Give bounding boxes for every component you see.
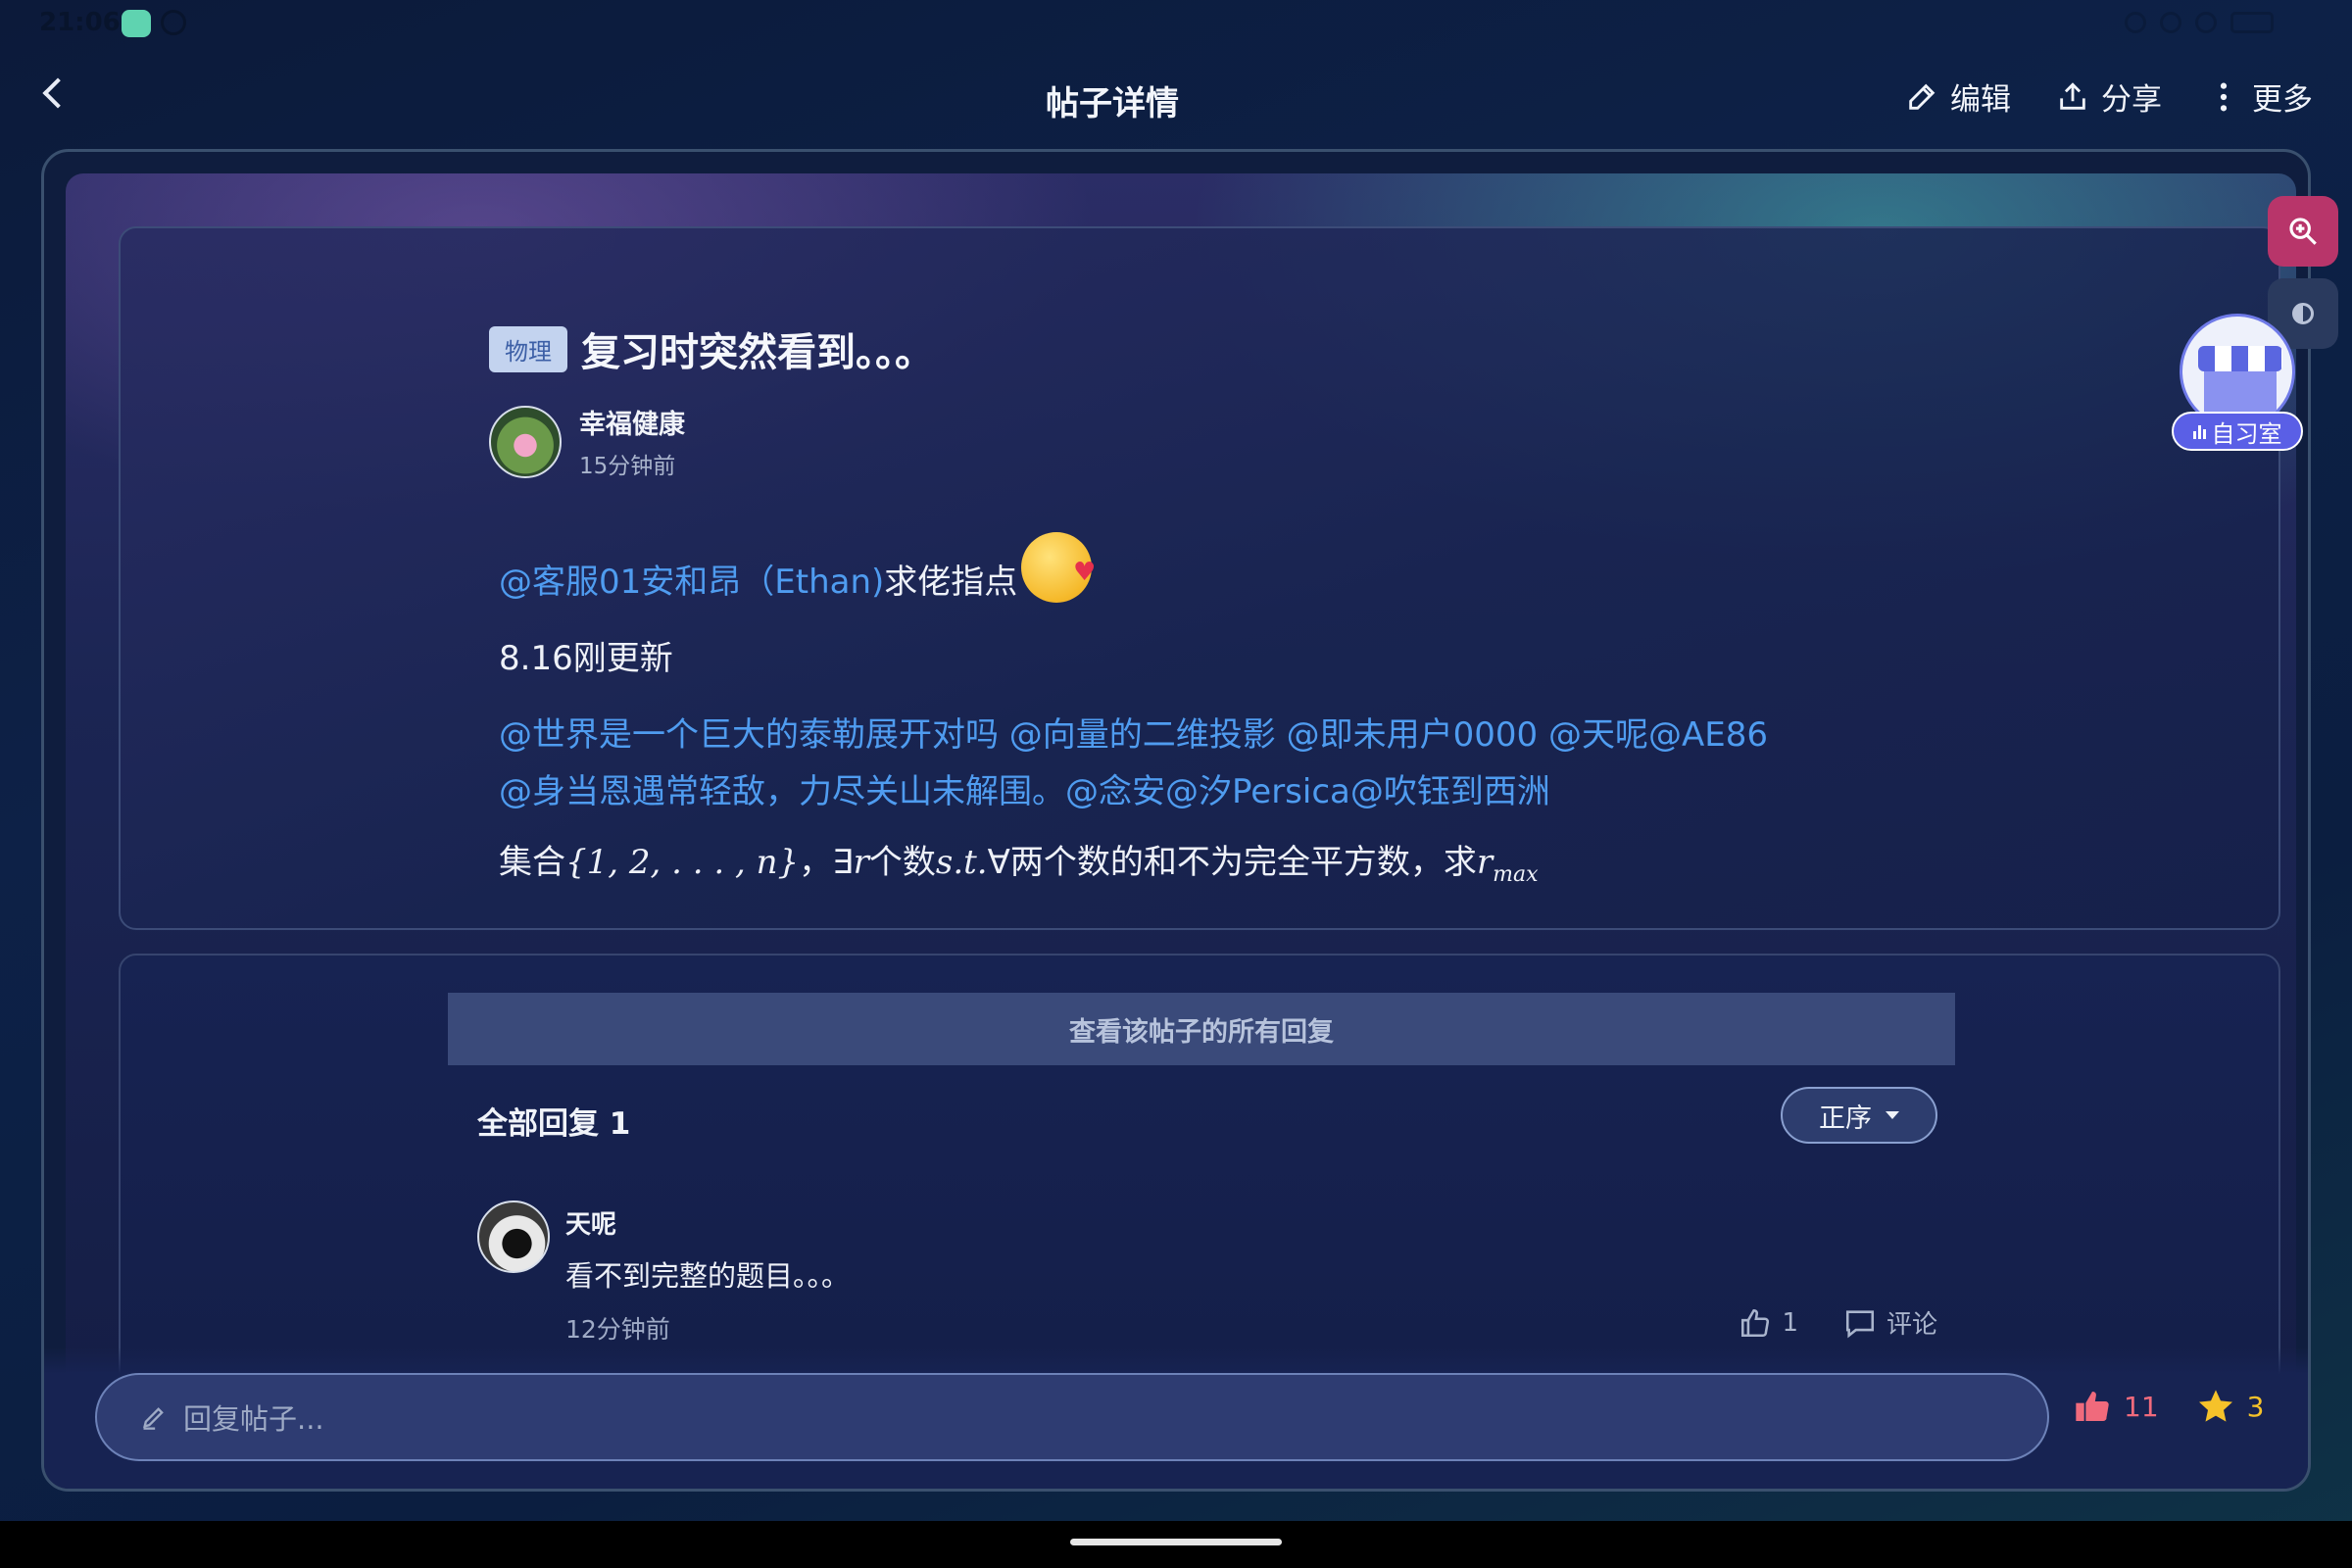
reply-comment-button[interactable]: 评论	[1843, 1304, 1937, 1341]
wifi-icon	[2195, 12, 2217, 33]
reply-text: 看不到完整的题目。。。	[565, 1259, 851, 1293]
top-actions: 编辑 分享 更多	[1905, 74, 2313, 119]
status-icons	[2125, 12, 2274, 33]
sort-button[interactable]: 正序	[1781, 1087, 1937, 1144]
store-awning	[2198, 346, 2282, 371]
edit-button[interactable]: 编辑	[1905, 74, 2011, 119]
edit-label: 编辑	[1950, 82, 2011, 118]
sort-label: 正序	[1819, 1102, 1872, 1134]
status-time: 21:06	[39, 8, 121, 37]
more-vertical-icon	[2220, 82, 2228, 111]
bar-chart-icon	[2192, 423, 2206, 439]
more-button[interactable]: 更多	[2207, 74, 2313, 119]
app-notification-icon	[122, 10, 151, 37]
content-background: 物理 复习时突然看到。。。 幸福健康 15分钟前 @客服01安和昂（Ethan)…	[66, 173, 2296, 1489]
navigation-bar	[0, 1521, 2352, 1568]
pencil-icon	[143, 1407, 164, 1430]
top-bar: 帖子详情 编辑 分享 更多	[0, 59, 2352, 137]
subject-tag[interactable]: 物理	[489, 325, 567, 372]
all-replies-header: 全部回复 1	[477, 1106, 631, 1142]
study-room-text: 自习室	[2211, 419, 2282, 448]
bottom-reply-bar: 回复帖子... 11 3	[44, 1348, 2308, 1489]
thumbs-up-icon	[1741, 1308, 1770, 1337]
math-rmax-sub: max	[1493, 862, 1539, 887]
math-st: s.t.	[935, 843, 988, 882]
reply-like-count: 1	[1782, 1307, 1798, 1338]
post-header: 物理 复习时突然看到。。。	[489, 320, 934, 377]
thumbs-up-filled-icon	[2076, 1392, 2109, 1421]
page-title: 帖子详情	[1046, 84, 1179, 123]
reply-author-name[interactable]: 天呢	[565, 1204, 616, 1241]
post-math-line: 集合{1, 2, . . . , n}，∃r个数s.t.∀两个数的和不为完全平方…	[499, 834, 2165, 904]
math-text: ，∃	[799, 843, 854, 882]
reply-avatar[interactable]	[477, 1200, 550, 1273]
reply-like-button[interactable]: 1	[1739, 1306, 1798, 1340]
mention-list-2[interactable]: @身当恩遇常轻敌，力尽关山未解围。@念安@汐Persica@吹钰到西洲	[499, 763, 2165, 820]
post-favorite-count: 3	[2246, 1390, 2265, 1423]
mention-list-1[interactable]: @世界是一个巨大的泰勒展开对吗 @向量的二维投影 @即未用户0000 @天呢@A…	[499, 707, 2165, 763]
reply-actions: 1 评论	[1739, 1304, 1937, 1341]
post-line-update: 8.16刚更新	[499, 639, 673, 678]
kiss-emoji-icon	[1021, 532, 1096, 603]
post-like-button[interactable]: 11	[2073, 1387, 2159, 1426]
content-frame: 物理 复习时突然看到。。。 幸福健康 15分钟前 @客服01安和昂（Ethan)…	[41, 149, 2311, 1492]
mention-link[interactable]: @客服01安和昂（Ethan)	[499, 563, 884, 602]
post-card: 物理 复习时突然看到。。。 幸福健康 15分钟前 @客服01安和昂（Ethan)…	[119, 226, 2280, 930]
edit-icon	[1909, 83, 1936, 110]
timer-icon	[161, 10, 186, 35]
study-room-button[interactable]: 自习室	[2172, 314, 2303, 451]
share-icon	[2060, 81, 2085, 110]
math-rmax: r	[1476, 843, 1494, 882]
post-title: 复习时突然看到。。。	[581, 330, 934, 375]
post-stats: 11 3	[2073, 1387, 2264, 1426]
view-all-replies-button[interactable]: 查看该帖子的所有回复	[448, 993, 1955, 1065]
author-row: 幸福健康 15分钟前	[489, 403, 685, 480]
math-text: ∀两个数的和不为完全平方数，求	[987, 843, 1477, 882]
post-body: @客服01安和昂（Ethan)求佬指点 8.16刚更新 @世界是一个巨大的泰勒展…	[499, 532, 2165, 904]
math-text: 个数	[868, 843, 936, 882]
comment-icon	[1845, 1309, 1875, 1338]
zoom-in-icon	[2289, 218, 2317, 245]
more-label: 更多	[2252, 82, 2313, 118]
reply-post-input[interactable]: 回复帖子...	[95, 1373, 2049, 1461]
post-time: 15分钟前	[579, 454, 676, 479]
author-name[interactable]: 幸福健康	[579, 403, 685, 441]
post-text: 求佬指点	[884, 563, 1018, 602]
study-room-label: 自习室	[2172, 412, 2303, 451]
author-avatar[interactable]	[489, 405, 562, 478]
star-icon	[2198, 1390, 2232, 1422]
post-like-count: 11	[2124, 1390, 2159, 1423]
author-info: 幸福健康 15分钟前	[579, 403, 685, 480]
post-line-mention: @客服01安和昂（Ethan)求佬指点	[499, 532, 2165, 611]
zoom-button[interactable]	[2268, 196, 2338, 267]
reply-comment-label: 评论	[1886, 1310, 1937, 1340]
math-text: 集合	[499, 843, 565, 882]
post-favorite-button[interactable]: 3	[2196, 1387, 2265, 1426]
store-front	[2204, 371, 2277, 415]
reply-input-placeholder: 回复帖子...	[183, 1402, 324, 1436]
math-set: {1, 2, . . . , n}	[565, 843, 800, 882]
share-button[interactable]: 分享	[2056, 74, 2162, 119]
battery-icon	[2230, 12, 2274, 33]
home-handle[interactable]	[1070, 1539, 1282, 1545]
reply-time: 12分钟前	[565, 1315, 670, 1344]
bluetooth-icon	[2160, 12, 2181, 33]
share-label: 分享	[2101, 82, 2162, 118]
status-bar: 21:06	[0, 0, 2352, 49]
caret-down-icon	[1886, 1111, 1899, 1119]
alarm-icon	[2125, 12, 2146, 33]
math-var: r	[853, 843, 869, 882]
